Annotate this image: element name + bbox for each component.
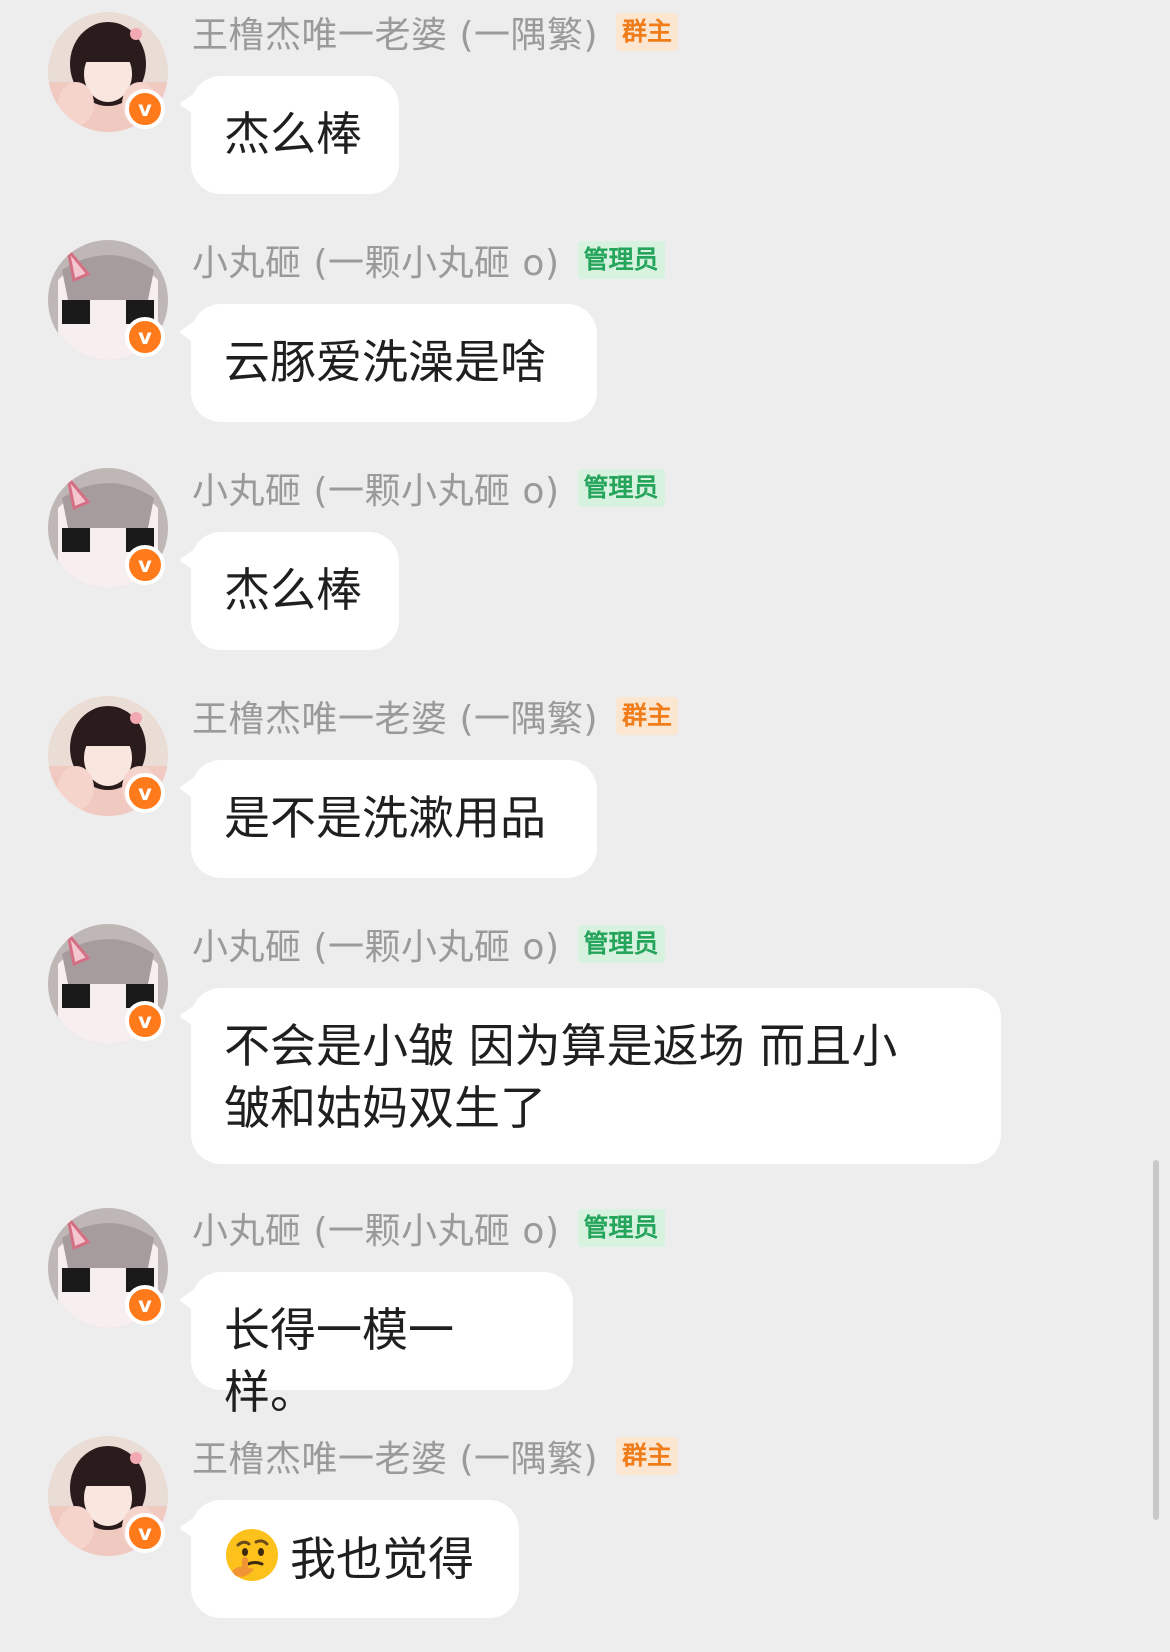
message-text-line: 皱和姑妈双生了 bbox=[224, 1081, 546, 1135]
sender-avatar[interactable]: v bbox=[48, 468, 168, 588]
verified-badge-icon: v bbox=[125, 317, 165, 357]
sender-nickname[interactable]: 王橹杰唯一老婆 (一隅繁) bbox=[192, 6, 598, 58]
scrollbar[interactable] bbox=[1153, 1160, 1159, 1520]
owner-tag: 群主 bbox=[616, 1437, 679, 1475]
admin-tag: 管理员 bbox=[577, 241, 665, 279]
sender-nickname[interactable]: 小丸砸 (一颗小丸砸 o) bbox=[192, 918, 560, 970]
message-text: 云豚爱洗澡是啥 bbox=[224, 335, 546, 389]
verified-badge-icon: v bbox=[125, 1285, 165, 1325]
sender-avatar[interactable]: v bbox=[48, 240, 168, 360]
sender-avatar[interactable]: v bbox=[48, 1208, 168, 1328]
sender-avatar[interactable]: v bbox=[48, 12, 168, 132]
message-bubble[interactable]: 是不是洗漱用品 bbox=[179, 760, 597, 878]
sender-info: 小丸砸 (一颗小丸砸 o) 管理员 bbox=[192, 1198, 665, 1258]
sender-avatar[interactable]: v bbox=[48, 1436, 168, 1556]
sender-nickname[interactable]: 小丸砸 (一颗小丸砸 o) bbox=[192, 234, 560, 286]
message-text: 杰么棒 bbox=[224, 563, 362, 617]
message-bubble[interactable]: 云豚爱洗澡是啥 bbox=[179, 304, 597, 422]
verified-badge-icon: v bbox=[125, 773, 165, 813]
verified-badge-icon: v bbox=[125, 1513, 165, 1553]
verified-badge-icon: v bbox=[125, 545, 165, 585]
sender-avatar[interactable]: v bbox=[48, 924, 168, 1044]
admin-tag: 管理员 bbox=[577, 469, 665, 507]
thinking-face-emoji-icon bbox=[226, 1529, 278, 1581]
owner-tag: 群主 bbox=[616, 13, 679, 51]
sender-info: 小丸砸 (一颗小丸砸 o) 管理员 bbox=[192, 230, 665, 290]
verified-badge-icon: v bbox=[125, 1001, 165, 1041]
sender-nickname[interactable]: 小丸砸 (一颗小丸砸 o) bbox=[192, 1202, 560, 1254]
message-bubble[interactable]: 长得一模一样。 bbox=[179, 1272, 573, 1419]
message-bubble[interactable]: 我也觉得 bbox=[179, 1500, 519, 1618]
sender-info: 王橹杰唯一老婆 (一隅繁) 群主 bbox=[192, 2, 679, 62]
message-text: 长得一模一样。 bbox=[224, 1303, 454, 1419]
sender-info: 小丸砸 (一颗小丸砸 o) 管理员 bbox=[192, 458, 665, 518]
message-text: 杰么棒 bbox=[224, 107, 362, 161]
verified-badge-icon: v bbox=[125, 89, 165, 129]
sender-info: 王橹杰唯一老婆 (一隅繁) 群主 bbox=[192, 686, 679, 746]
sender-info: 小丸砸 (一颗小丸砸 o) 管理员 bbox=[192, 914, 665, 974]
message-bubble[interactable]: 杰么棒 bbox=[179, 76, 399, 194]
message-bubble[interactable]: 不会是小皱 因为算是返场 而且小 皱和姑妈双生了 bbox=[179, 988, 1001, 1164]
sender-info: 王橹杰唯一老婆 (一隅繁) 群主 bbox=[192, 1426, 679, 1486]
sender-nickname[interactable]: 小丸砸 (一颗小丸砸 o) bbox=[192, 462, 560, 514]
sender-nickname[interactable]: 王橹杰唯一老婆 (一隅繁) bbox=[192, 690, 598, 742]
message-text-line: 不会是小皱 因为算是返场 而且小 bbox=[224, 1019, 898, 1073]
message-bubble[interactable]: 杰么棒 bbox=[179, 532, 399, 650]
owner-tag: 群主 bbox=[616, 697, 679, 735]
message-text: 我也觉得 bbox=[290, 1532, 474, 1586]
sender-avatar[interactable]: v bbox=[48, 696, 168, 816]
chat-message-list[interactable]: v 王橹杰唯一老婆 (一隅繁) 群主 杰么棒 v 小丸砸 (一颗小丸砸 o) 管… bbox=[0, 0, 1170, 1652]
admin-tag: 管理员 bbox=[577, 925, 665, 963]
sender-nickname[interactable]: 王橹杰唯一老婆 (一隅繁) bbox=[192, 1430, 598, 1482]
admin-tag: 管理员 bbox=[577, 1209, 665, 1247]
message-text: 是不是洗漱用品 bbox=[224, 791, 546, 845]
